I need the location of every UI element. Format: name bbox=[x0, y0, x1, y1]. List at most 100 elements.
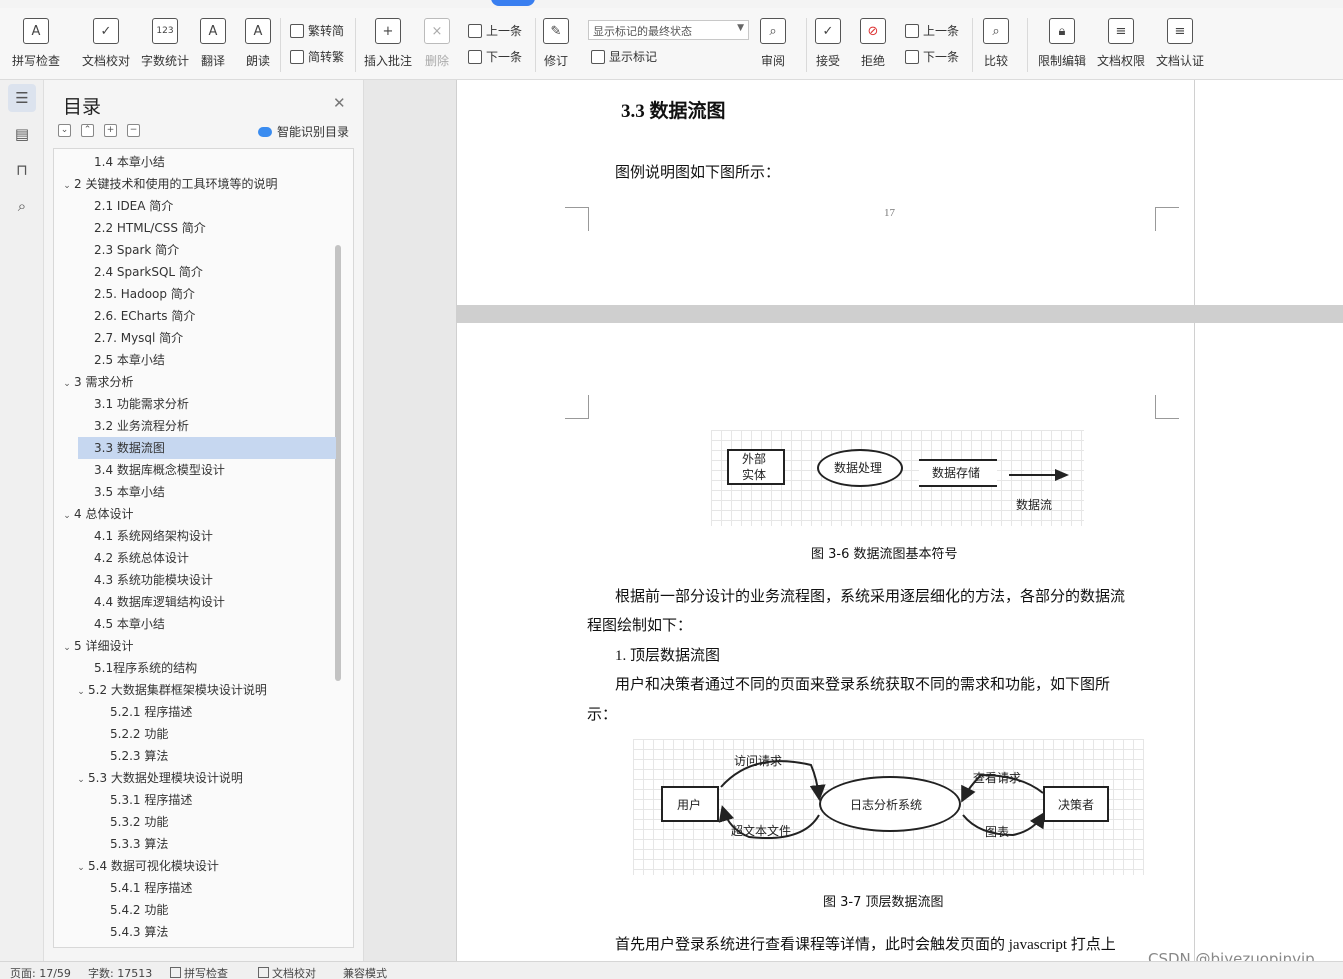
delete-comment-button[interactable]: × 删除 bbox=[424, 18, 450, 69]
toc-item[interactable]: 3.3 数据流图 bbox=[78, 437, 336, 459]
toc-item[interactable]: 5.4.1 程序描述 bbox=[110, 877, 353, 899]
proofread-toggle[interactable]: 文档校对 bbox=[258, 965, 316, 979]
toc-item[interactable]: 2.7. Mysql 简介 bbox=[94, 327, 353, 349]
next-change-button[interactable]: 下一条 bbox=[905, 48, 959, 65]
toc-item[interactable]: 5.2.1 程序描述 bbox=[110, 701, 353, 723]
chevron-down-icon[interactable]: ⌄ bbox=[60, 175, 74, 197]
toc-item[interactable]: 5.3.3 算法 bbox=[110, 833, 353, 855]
prev-change-button[interactable]: 上一条 bbox=[905, 22, 959, 39]
show-marks-button[interactable]: 显示标记 bbox=[591, 48, 657, 65]
prev-comment-button[interactable]: 上一条 bbox=[468, 22, 522, 39]
proofread-button[interactable]: ✓ 文档校对 bbox=[82, 18, 130, 69]
wordcount-button[interactable]: 123 字数统计 bbox=[141, 18, 189, 69]
toc-item[interactable]: 3.5 本章小结 bbox=[94, 481, 353, 503]
proofread-icon: ✓ bbox=[93, 18, 119, 44]
mark-state-dropdown[interactable]: 显示标记的最终状态 ▼ bbox=[588, 20, 749, 40]
search-icon[interactable]: ⌕ bbox=[8, 192, 36, 220]
bookmark-icon[interactable]: ⊓ bbox=[8, 156, 36, 184]
toc-item[interactable]: 2.3 Spark 简介 bbox=[94, 239, 353, 261]
toc-item[interactable]: 2.2 HTML/CSS 简介 bbox=[94, 217, 353, 239]
toc-item-label: 2.7. Mysql 简介 bbox=[94, 331, 184, 345]
toc-item[interactable]: 4.1 系统网络架构设计 bbox=[94, 525, 353, 547]
expand-icon[interactable]: ⌄ bbox=[58, 124, 71, 137]
remove-icon[interactable]: − bbox=[127, 124, 140, 137]
restrict-edit-button[interactable]: 🔒︎ 限制编辑 bbox=[1038, 18, 1086, 69]
toc-item[interactable]: ⌄ 5.4 数据可视化模块设计 bbox=[74, 855, 334, 877]
toc-toolbar: ⌄ ⌃ + − bbox=[58, 124, 140, 137]
close-icon[interactable]: ✕ bbox=[333, 94, 346, 112]
toc-item[interactable]: 3.4 数据库概念模型设计 bbox=[94, 459, 353, 481]
toc-item[interactable]: 2.5. Hadoop 简介 bbox=[94, 283, 353, 305]
word-count[interactable]: 字数: 17513 bbox=[88, 965, 152, 979]
revise-button[interactable]: ✎ 修订 bbox=[543, 18, 569, 69]
prev-comment-icon bbox=[468, 23, 482, 38]
toc-item[interactable]: 3.2 业务流程分析 bbox=[94, 415, 353, 437]
certify-button[interactable]: ≡ 文档认证 bbox=[1156, 18, 1204, 69]
toc-item[interactable]: ⌄ 5.2 大数据集群框架模块设计说明 bbox=[74, 679, 334, 701]
delete-comment-icon: × bbox=[424, 18, 450, 44]
toc-item-label: 4.4 数据库逻辑结构设计 bbox=[94, 595, 225, 609]
toc-item[interactable]: ⌄ 3 需求分析 bbox=[60, 371, 320, 393]
spellcheck-button[interactable]: A 拼写检查 bbox=[12, 18, 60, 69]
document-page: 3.3 数据流图 图例说明图如下图所示： 17 bbox=[456, 80, 1195, 305]
toc-item-label: 2.3 Spark 简介 bbox=[94, 243, 180, 257]
chevron-down-icon[interactable]: ⌄ bbox=[60, 505, 74, 527]
toc-item[interactable]: ⌄ 5.3 大数据处理模块设计说明 bbox=[74, 767, 334, 789]
toc-item[interactable]: 4.2 系统总体设计 bbox=[94, 547, 353, 569]
add-icon[interactable]: + bbox=[104, 124, 117, 137]
chevron-down-icon[interactable]: ⌄ bbox=[60, 637, 74, 659]
toc-item[interactable]: 5.4.3 算法 bbox=[110, 921, 353, 943]
chevron-down-icon[interactable]: ⌄ bbox=[74, 681, 88, 703]
toc-item[interactable]: ⌄ 2 关键技术和使用的工具环境等的说明 bbox=[60, 173, 320, 195]
simp-to-trad-button[interactable]: 简转繁 bbox=[290, 48, 344, 65]
compare-icon: ⌕ bbox=[983, 18, 1009, 44]
toc-item-label: 2.6. ECharts 简介 bbox=[94, 309, 196, 323]
reject-button[interactable]: ⊘ 拒绝 bbox=[860, 18, 886, 69]
toc-item[interactable]: 4.5 本章小结 bbox=[94, 613, 353, 635]
toc-item-label: 3.2 业务流程分析 bbox=[94, 419, 189, 433]
user-entity-label: 用户 bbox=[677, 798, 702, 812]
next-change-label: 下一条 bbox=[923, 50, 960, 64]
chevron-down-icon[interactable]: ⌄ bbox=[60, 373, 74, 395]
accept-button[interactable]: ✓ 接受 bbox=[815, 18, 841, 69]
toc-item-label: 5.3.1 程序描述 bbox=[110, 793, 193, 807]
toc-item[interactable]: 5.4.2 功能 bbox=[110, 899, 353, 921]
chevron-down-icon[interactable]: ⌄ bbox=[74, 769, 88, 791]
toc-item[interactable]: 2.4 SparkSQL 简介 bbox=[94, 261, 353, 283]
toc-item[interactable]: 5.3.2 功能 bbox=[110, 811, 353, 833]
toc-item[interactable]: 4.3 系统功能模块设计 bbox=[94, 569, 353, 591]
toc-item[interactable]: 1.4 本章小结 bbox=[94, 151, 353, 173]
tab-review-active[interactable] bbox=[491, 0, 535, 6]
trad-to-simp-button[interactable]: 繁转简 bbox=[290, 22, 344, 39]
toc-item[interactable]: 2.5 本章小结 bbox=[94, 349, 353, 371]
page-indicator[interactable]: 页面: 17/59 bbox=[10, 965, 71, 979]
smart-toc-button[interactable]: 智能识别目录 bbox=[258, 123, 349, 140]
toc-item[interactable]: 5.2.3 算法 bbox=[110, 745, 353, 767]
toc-item[interactable]: ⌄ 4 总体设计 bbox=[60, 503, 320, 525]
next-comment-button[interactable]: 下一条 bbox=[468, 48, 522, 65]
decider-entity-label: 决策者 bbox=[1058, 798, 1095, 812]
toc-panel-icon[interactable]: ☰ bbox=[8, 84, 36, 112]
toc-item[interactable]: 3.1 功能需求分析 bbox=[94, 393, 353, 415]
toc-item[interactable]: 2.1 IDEA 简介 bbox=[94, 195, 353, 217]
permission-button[interactable]: ≡ 文档权限 bbox=[1097, 18, 1145, 69]
toc-item[interactable]: 5.1程序系统的结构 bbox=[94, 657, 353, 679]
spellcheck-label: 拼写检查 bbox=[12, 54, 61, 68]
compare-button[interactable]: ⌕ 比较 bbox=[983, 18, 1009, 69]
toc-item[interactable]: 2.6. ECharts 简介 bbox=[94, 305, 353, 327]
toc-item[interactable]: 4.4 数据库逻辑结构设计 bbox=[94, 591, 353, 613]
review-button[interactable]: ⌕ 审阅 bbox=[760, 18, 786, 69]
crop-mark bbox=[1155, 395, 1179, 419]
toc-item[interactable]: 5.3.1 程序描述 bbox=[110, 789, 353, 811]
collapse-icon[interactable]: ⌃ bbox=[81, 124, 94, 137]
readaloud-button[interactable]: A 朗读 bbox=[245, 18, 271, 69]
spell-check-toggle[interactable]: 拼写检查 bbox=[170, 965, 228, 979]
insert-comment-button[interactable]: + 插入批注 bbox=[364, 18, 412, 69]
toc-item[interactable]: ⌄ 5 详细设计 bbox=[60, 635, 320, 657]
ribbon-divider bbox=[355, 18, 356, 72]
chevron-down-icon[interactable]: ⌄ bbox=[74, 857, 88, 879]
outline-icon[interactable]: ▤ bbox=[8, 120, 36, 148]
review-label: 审阅 bbox=[760, 54, 785, 68]
translate-button[interactable]: A 翻译 bbox=[200, 18, 226, 69]
toc-item[interactable]: 5.2.2 功能 bbox=[110, 723, 353, 745]
